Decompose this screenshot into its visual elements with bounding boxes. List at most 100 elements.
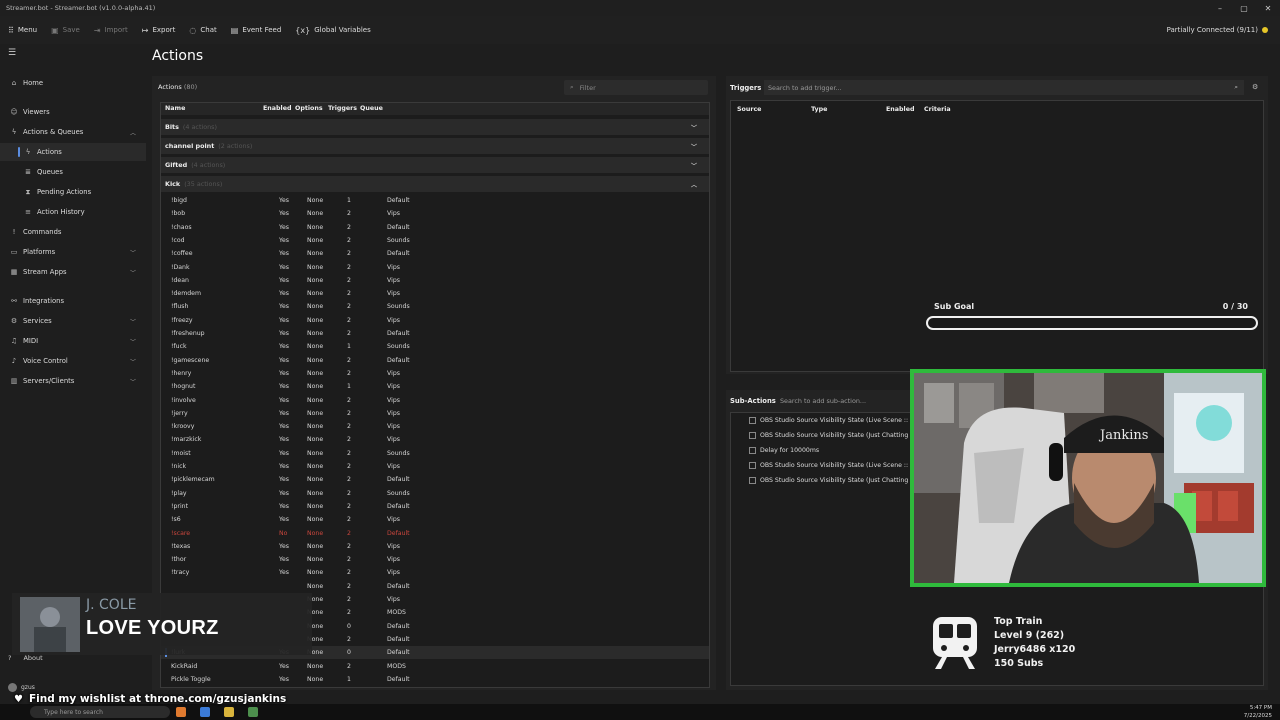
import-button[interactable]: ⇥ Import [94,26,128,35]
action-options: None [307,409,324,417]
action-triggers: 2 [347,463,351,470]
sidebar-item-queues[interactable]: ≣ Queues [0,163,146,181]
sub-action-item[interactable]: OBS Studio Source Visibility State (Live… [749,417,923,424]
table-row[interactable]: !flush Yes None 2 Sounds [161,300,709,313]
table-row[interactable]: Pickle Toggle Yes None 1 Default [161,673,709,686]
menu-button[interactable]: ⠿ Menu [8,26,37,35]
column-options[interactable]: Options [295,105,323,112]
table-row[interactable]: !tracy Yes None 2 Vips [161,566,709,579]
group-bits[interactable]: Bits (4 actions) ﹀ [161,119,709,136]
table-row[interactable]: !henry Yes None 2 Vips [161,367,709,380]
column-queue[interactable]: Queue [360,105,383,112]
sidebar-item-home[interactable]: ⌂ Home [0,74,146,92]
action-name: KickRaid [171,662,198,670]
sidebar-item-pending-actions[interactable]: ⧗ Pending Actions [0,183,146,201]
maximize-button[interactable]: ▢ [1232,4,1256,13]
sidebar-item-voice-control[interactable]: ♪ Voice Control ﹀ [0,352,146,370]
table-row[interactable]: !print Yes None 2 Default [161,500,709,513]
sidebar-item-servers-clients[interactable]: ▥ Servers/Clients ﹀ [0,372,146,390]
table-row[interactable]: !thor Yes None 2 Vips [161,553,709,566]
sidebar-item-about[interactable]: ? About [8,654,43,662]
sub-action-item[interactable]: Delay for 10000ms [749,447,819,454]
trigger-search-input[interactable]: Search to add trigger... ⌕ [764,80,1244,95]
connection-status[interactable]: Partially Connected (9/11) [1167,26,1268,34]
minimize-button[interactable]: – [1208,4,1232,13]
table-row[interactable]: !cod Yes None 2 Sounds [161,234,709,247]
table-row[interactable]: None 2 Default [161,580,709,593]
action-name: !Dank [171,263,190,271]
save-button[interactable]: ▣ Save [51,26,80,35]
sub-action-search-input[interactable]: Search to add sub-action... [776,394,906,408]
sub-action-item[interactable]: OBS Studio Source Visibility State (Just… [749,432,924,439]
table-row[interactable]: !demdem Yes None 2 Vips [161,287,709,300]
table-row[interactable]: !fuck Yes None 1 Sounds [161,340,709,353]
group-channel-point[interactable]: channel point (2 actions) ﹀ [161,138,709,155]
table-row[interactable]: KickRaid Yes None 2 MODS [161,660,709,673]
table-row[interactable]: !bigd Yes None 1 Default [161,194,709,207]
table-row[interactable]: !chaos Yes None 2 Default [161,221,709,234]
action-triggers: 2 [347,316,351,324]
sub-action-item[interactable]: OBS Studio Source Visibility State (Just… [749,477,924,484]
table-row[interactable]: !texas Yes None 2 Vips [161,540,709,553]
app-icon[interactable] [176,707,186,717]
column-type[interactable]: Type [811,106,827,113]
table-row[interactable]: !marzkick Yes None 2 Vips [161,433,709,446]
sub-action-item[interactable]: OBS Studio Source Visibility State (Live… [749,462,923,469]
table-row[interactable]: !play Yes None 2 Sounds [161,487,709,500]
group-gifted[interactable]: Gifted (4 actions) ﹀ [161,157,709,174]
sidebar-item-actions[interactable]: ϟ Actions [0,143,146,161]
grid-icon: ⠿ [8,25,14,35]
table-row[interactable]: !moist Yes None 2 Sounds [161,447,709,460]
table-row[interactable]: !scare No None 2 Default [161,527,709,540]
column-source[interactable]: Source [737,106,761,113]
chevron-down-icon: ﹀ [129,269,136,277]
column-criteria[interactable]: Criteria [924,106,951,113]
table-row[interactable]: !picklemecam Yes None 2 Default [161,473,709,486]
table-row[interactable]: !s6 Yes None 2 Vips [161,513,709,526]
table-row[interactable]: !kroovy Yes None 2 Vips [161,420,709,433]
event-feed-button[interactable]: ▤ Event Feed [231,26,282,35]
app-icon[interactable] [224,707,234,717]
column-enabled[interactable]: Enabled [263,105,291,112]
sidebar-item-integrations[interactable]: ⚯ Integrations [0,292,146,310]
table-row[interactable]: !coffee Yes None 2 Default [161,247,709,260]
sidebar-item-commands[interactable]: ! Commands [0,223,146,241]
table-row[interactable]: !dean Yes None 2 Vips [161,274,709,287]
taskbar-search-input[interactable]: Type here to search [30,706,170,718]
sidebar-item-actions-queues[interactable]: ϟ Actions & Queues ︿ [0,123,146,141]
sidebar-item-services[interactable]: ⚙ Services ﹀ [0,312,146,330]
table-row[interactable]: !bob Yes None 2 Vips [161,207,709,220]
hamburger-icon[interactable]: ☰ [8,48,16,58]
action-enabled: Yes [279,489,289,497]
sidebar-item-viewers[interactable]: ☺ Viewers [0,103,146,121]
table-row[interactable]: !gamescene Yes None 2 Default [161,354,709,367]
sidebar-item-stream-apps[interactable]: ▦ Stream Apps ﹀ [0,263,146,281]
export-button[interactable]: ↦ Export [142,26,176,35]
table-row[interactable]: !freshenup Yes None 2 Default [161,327,709,340]
column-triggers[interactable]: Triggers [328,105,357,112]
column-enabled[interactable]: Enabled [886,106,914,113]
chat-button[interactable]: ◌ Chat [189,26,216,35]
filter-input[interactable]: ⌕ Filter [564,80,708,95]
table-row[interactable]: !nick Yes None 2 Vips [161,460,709,473]
action-options: None [307,197,324,204]
global-variables-button[interactable]: {x} Global Variables [295,26,370,35]
table-row[interactable]: !jerry Yes None 2 Vips [161,407,709,420]
table-row[interactable]: !freezy Yes None 2 Vips [161,314,709,327]
close-button[interactable]: ✕ [1256,4,1280,13]
table-row[interactable]: !hognut Yes None 1 Vips [161,380,709,393]
sidebar-item-midi[interactable]: ♫ MIDI ﹀ [0,332,146,350]
action-triggers: 2 [347,263,351,271]
taskbar-clock[interactable]: 5:47 PM 7/22/2025 [1244,704,1272,720]
action-triggers: 2 [347,210,351,218]
table-row[interactable]: !involve Yes None 2 Vips [161,394,709,407]
sidebar-item-platforms[interactable]: ▭ Platforms ﹀ [0,243,146,261]
group-kick[interactable]: Kick (35 actions) ︿ [161,176,709,193]
gear-icon[interactable]: ⚙ [1252,83,1258,91]
app-icon[interactable] [200,707,210,717]
table-row[interactable]: !Dank Yes None 2 Vips [161,261,709,274]
column-name[interactable]: Name [165,105,185,112]
user-profile[interactable]: gzus [8,683,35,692]
sidebar-item-action-history[interactable]: ≡ Action History [0,203,146,221]
app-icon[interactable] [248,707,258,717]
